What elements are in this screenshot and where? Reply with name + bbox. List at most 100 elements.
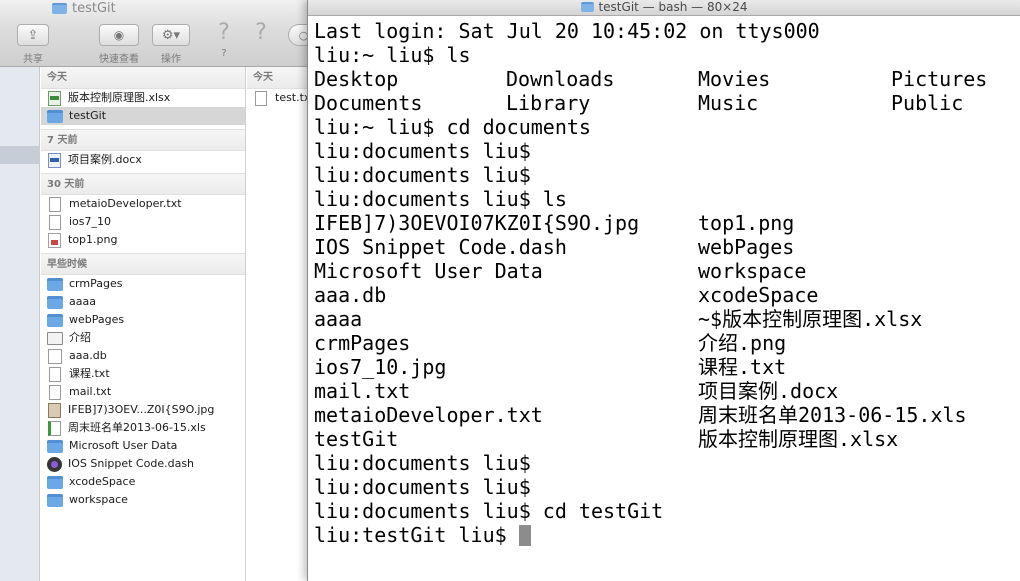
text-file-icon [49,366,61,382]
list-item[interactable]: crmPages [41,275,245,293]
folder-icon [47,295,63,309]
eye-icon: ◉ [113,28,125,42]
terminal-line: liu:documents liu$ [314,475,1014,499]
list-item-label: 周末班名单2013-06-15.xls [68,421,206,434]
share-button-label: 共享 [23,54,43,65]
terminal-listing-cell: metaioDeveloper.txt [314,403,543,427]
quick-look-button[interactable]: ◉ 快速查看 [94,24,144,65]
list-item-label: aaa.db [69,349,107,362]
terminal-listing-cell: workspace [698,259,807,283]
terminal-line: liu:testGit liu$ [314,523,1014,547]
folder-icon [47,313,63,327]
list-item[interactable]: IFEB]7)3OEV...Z0I{S9O.jpg [41,401,245,419]
list-item[interactable]: xcodeSpace [41,473,245,491]
terminal-listing-cell: top1.png [698,211,795,235]
list-item[interactable]: workspace [41,491,245,509]
terminal-titlebar[interactable]: testGit — bash — 80×24 [308,0,1020,16]
list-item-label: aaaa [69,295,96,308]
list-item-label: crmPages [69,277,123,290]
terminal-line: liu:~ liu$ ls [314,43,1014,67]
finder-window-title: testGit [52,1,116,16]
terminal-listing-cell: 介绍.png [698,331,787,355]
list-item[interactable]: mail.txt [41,383,245,401]
terminal-listing-cell: IFEB]7)3OEVOI07KZ0I{S9O.jpg [314,211,640,235]
terminal-listing-cell: IOS Snippet Code.dash [314,235,567,259]
list-item-label: mail.txt [69,385,112,398]
terminal-listing-cell: Desktop [314,67,399,91]
list-item-label: IFEB]7)3OEV...Z0I{S9O.jpg [68,403,215,416]
finder-column-1: 今天 版本控制原理图.xlsx testGit 7 天前 项目案例.docx 3… [41,67,246,581]
finder-sidebar [0,67,40,581]
terminal-line: Microsoft User Data workspace [314,259,1014,283]
list-item-label: testGit [69,109,107,122]
list-item-label: workspace [69,493,128,506]
terminal-listing-cell: 课程.txt [698,355,787,379]
share-icon: ⇪ [27,27,39,43]
list-item[interactable]: webPages [41,311,245,329]
terminal-listing-cell: ios7_10.jpg [314,355,447,379]
terminal-line: crmPages 介绍.png [314,331,1014,355]
help-button-label: ? [221,48,227,59]
list-item[interactable]: 版本控制原理图.xlsx [41,89,245,107]
terminal-line: IFEB]7)3OEVOI07KZ0I{S9O.jpg top1.png [314,211,1014,235]
docx-file-icon [48,152,61,168]
terminal-listing-cell: Library [506,91,591,115]
terminal-listing-cell: aaaa [314,307,363,331]
terminal-line-text: Last login: Sat Jul 20 10:45:02 on ttys0… [314,19,820,43]
terminal-listing-cell: Pictures [891,67,988,91]
terminal-listing-cell: Microsoft User Data [314,259,543,283]
list-item[interactable]: aaa.db [41,347,245,365]
quick-look-label: 快速查看 [99,54,139,65]
share-button[interactable]: ⇪ 共享 [14,24,52,65]
text-file-icon [255,90,267,106]
terminal-line: liu:documents liu$ ls [314,187,1014,211]
list-item-label: top1.png [68,233,118,246]
list-item-label: 项目案例.docx [68,153,142,166]
list-item-label: IOS Snippet Code.dash [68,457,195,470]
help-button-2[interactable]: ? [250,22,272,48]
list-item-selected[interactable]: testGit [41,107,245,125]
terminal-window[interactable]: testGit — bash — 80×24 Last login: Sat J… [307,0,1020,581]
terminal-line-text: liu:documents liu$ [314,139,531,163]
list-item[interactable]: Microsoft User Data [41,437,245,455]
terminal-line: testGit 版本控制原理图.xlsx [314,427,1014,451]
list-item[interactable]: ios7_10 [41,213,245,231]
list-item-label: xcodeSpace [69,475,136,488]
help-button[interactable]: ? ? [212,22,236,60]
terminal-line: Documents Library Music Public [314,91,1014,115]
terminal-output[interactable]: Last login: Sat Jul 20 10:45:02 on ttys0… [314,19,1014,547]
folder-icon [47,475,63,489]
dash-file-icon [47,456,62,472]
list-item[interactable]: metaioDeveloper.txt [41,195,245,213]
list-item[interactable]: aaaa [41,293,245,311]
terminal-line-text: liu:documents liu$ ls [314,187,567,211]
terminal-line-text: liu:~ liu$ cd documents [314,115,591,139]
folder-icon [47,493,63,507]
terminal-listing-cell: Movies [698,67,771,91]
list-item[interactable]: 介绍 [41,329,245,347]
folder-icon [47,439,63,453]
terminal-cursor [519,525,531,546]
finder-toolbar: testGit ⇪ 共享 ◉ 快速查看 ⚙▾ 操作 ? ? ? ○ [0,0,320,67]
terminal-line: liu:documents liu$ [314,139,1014,163]
sidebar-selected-item[interactable] [0,146,40,164]
action-button[interactable]: ⚙▾ 操作 [150,24,192,65]
list-item[interactable]: top1.png [41,231,245,249]
group-header-7-days: 7 天前 [41,129,245,151]
list-item[interactable]: 周末班名单2013-06-15.xls [41,419,245,437]
text-file-icon [49,384,61,400]
list-item[interactable]: 课程.txt [41,365,245,383]
list-item[interactable]: IOS Snippet Code.dash [41,455,245,473]
group-header-30-days: 30 天前 [41,173,245,195]
terminal-line: liu:documents liu$ cd testGit [314,499,1014,523]
terminal-listing-cell: Documents [314,91,423,115]
txt-file-icon [47,331,63,345]
terminal-line: IOS Snippet Code.dash webPages [314,235,1014,259]
list-item-label: Microsoft User Data [69,439,178,452]
terminal-listing-cell: aaa.db [314,283,387,307]
terminal-line: Last login: Sat Jul 20 10:45:02 on ttys0… [314,19,1014,43]
terminal-line: mail.txt 项目案例.docx [314,379,1014,403]
text-file-icon [49,214,61,230]
xlsx-file-icon [48,90,61,106]
list-item[interactable]: 项目案例.docx [41,151,245,169]
